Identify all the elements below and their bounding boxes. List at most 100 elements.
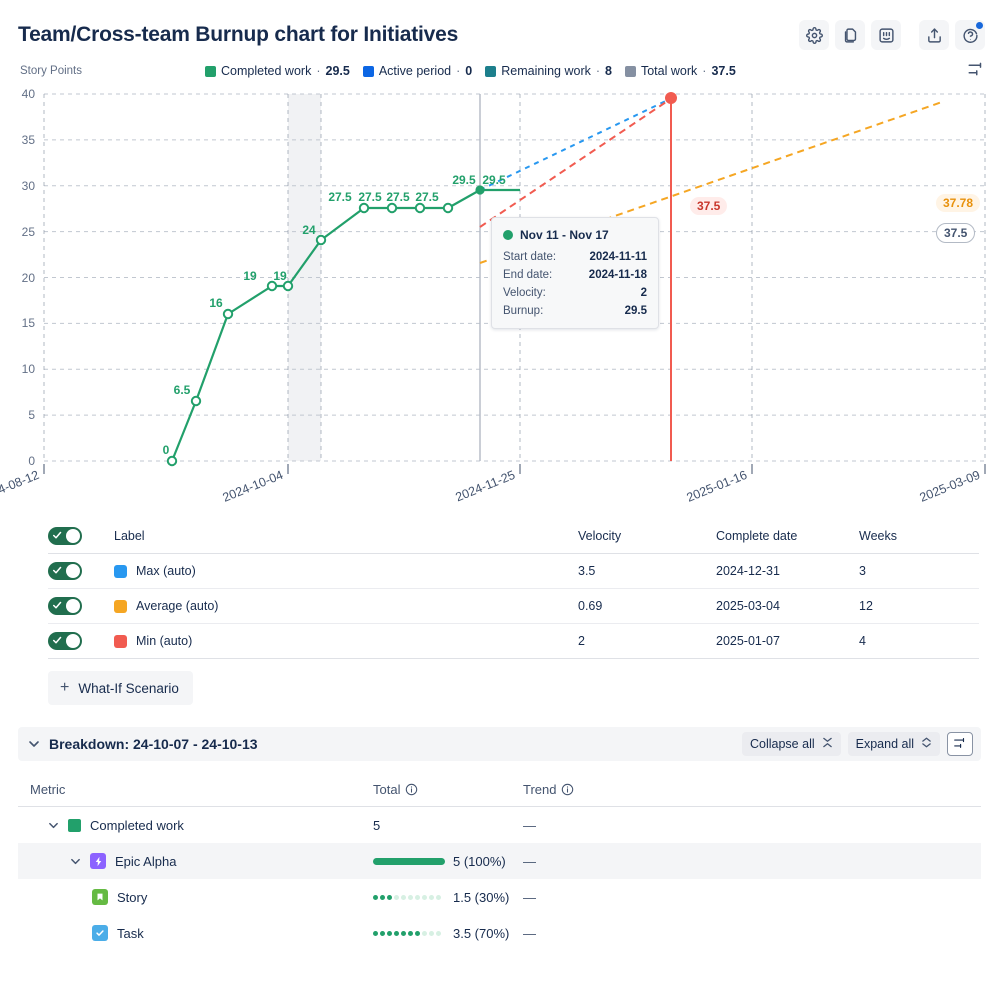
scenario-color-chip-max[interactable] [114, 565, 127, 578]
scenario-weeks-max: 3 [859, 564, 979, 578]
breakdown-total-completed-work: 5 [373, 818, 523, 833]
breakdown-total-epic-alpha: 5 (100%) [373, 854, 523, 869]
svg-text:29.5: 29.5 [452, 173, 476, 187]
help-button[interactable] [955, 20, 985, 50]
breakdown-table-header: Metric Total Trend [18, 773, 981, 807]
share-button[interactable] [919, 20, 949, 50]
legend-item-active-period[interactable]: Active period · 0 [363, 64, 472, 78]
breakdown-collapse-caret[interactable] [28, 738, 40, 750]
svg-text:25: 25 [22, 225, 36, 239]
row-collapse-caret[interactable] [70, 856, 86, 867]
tooltip-value-end-date: 2024-11-18 [589, 269, 647, 281]
toggle-switch-max[interactable] [48, 562, 82, 580]
progress-bar-epic-alpha [373, 858, 445, 865]
scenario-weeks-average: 12 [859, 599, 979, 613]
scenario-toggle-average-cell[interactable] [48, 597, 114, 615]
forecast-complete-dot [665, 92, 677, 104]
collapse-all-label: Collapse all [750, 737, 815, 751]
add-what-if-scenario-button[interactable]: + What-If Scenario [48, 671, 193, 705]
chevron-down-icon [28, 738, 40, 750]
legend-item-total-work[interactable]: Total work · 37.5 [625, 64, 736, 78]
check-icon [53, 601, 62, 610]
svg-text:27.5: 27.5 [386, 190, 410, 204]
svg-text:27.5: 27.5 [358, 190, 382, 204]
scenario-toggle-all[interactable] [48, 527, 114, 545]
scenario-row-average[interactable]: Average (auto) 0.69 2025-03-04 12 [48, 589, 979, 624]
settings-button[interactable] [799, 20, 829, 50]
legend-sep: · [702, 64, 706, 78]
collapse-all-button[interactable]: Collapse all [742, 732, 841, 756]
tooltip-row-start-date: Start date: 2024-11-11 [503, 251, 647, 263]
tooltip-row-end-date: End date: 2024-11-18 [503, 269, 647, 281]
tooltip-key-velocity: Velocity: [503, 287, 546, 299]
breakdown-col-trend: Trend [523, 782, 673, 797]
x-tick-1: 2024-10-04 [221, 468, 286, 505]
scenario-col-label: Label [114, 529, 578, 543]
breakdown-total-task: 3.5 (70%) [373, 926, 523, 941]
toggle-switch-min[interactable] [48, 632, 82, 650]
burnup-chart[interactable]: 40 35 30 25 20 15 10 5 0 2024-08-12 2024… [0, 86, 985, 511]
breakdown-table: Metric Total Trend Completed work 5 — [18, 773, 981, 951]
row-collapse-caret[interactable] [48, 820, 64, 831]
breakdown-row-epic-alpha[interactable]: Epic Alpha 5 (100%) — [18, 843, 981, 879]
breakdown-header-bar[interactable]: Breakdown: 24-10-07 - 24-10-13 Collapse … [18, 727, 981, 761]
scenario-color-chip-min[interactable] [114, 635, 127, 648]
expand-all-label: Expand all [856, 737, 914, 751]
scenario-complete-date-max: 2024-12-31 [716, 564, 859, 578]
scenario-toggle-min-cell[interactable] [48, 632, 114, 650]
breakdown-settings-button[interactable] [947, 732, 973, 756]
tooltip-value-start-date: 2024-11-11 [589, 251, 647, 263]
scenario-color-chip-average[interactable] [114, 600, 127, 613]
green-square-icon [68, 819, 81, 832]
legend-item-completed-work[interactable]: Completed work · 29.5 [205, 64, 350, 78]
add-what-if-scenario-label: What-If Scenario [78, 681, 179, 696]
expand-all-button[interactable]: Expand all [848, 732, 940, 756]
app-widget-button[interactable] [871, 20, 901, 50]
tooltip-value-burnup: 29.5 [625, 305, 647, 317]
scenario-row-max[interactable]: Max (auto) 3.5 2024-12-31 3 [48, 554, 979, 589]
breakdown-label-epic-alpha: Epic Alpha [115, 854, 176, 869]
tooltip-title: Nov 11 - Nov 17 [520, 228, 609, 242]
toggle-knob [66, 529, 80, 543]
breakdown-row-story[interactable]: Story 1.5 (30%) — [18, 879, 981, 915]
share-icon [926, 27, 943, 44]
svg-text:5: 5 [28, 408, 35, 422]
page-title: Team/Cross-team Burnup chart for Initiat… [18, 23, 458, 47]
scenario-row-min[interactable]: Min (auto) 2 2025-01-07 4 [48, 624, 979, 659]
breakdown-total-value-story: 1.5 (30%) [453, 890, 509, 905]
toggle-switch-all[interactable] [48, 527, 82, 545]
scenario-complete-date-min: 2025-01-07 [716, 634, 859, 648]
chart-settings-button[interactable] [967, 60, 985, 83]
toggle-knob [66, 634, 80, 648]
scenario-label-average: Average (auto) [136, 599, 218, 613]
scenario-toggle-max-cell[interactable] [48, 562, 114, 580]
breakdown-total-story: 1.5 (30%) [373, 890, 523, 905]
svg-text:19: 19 [273, 269, 287, 283]
svg-text:40: 40 [22, 87, 36, 101]
breakdown-trend-completed-work: — [523, 818, 673, 833]
svg-text:15: 15 [22, 316, 36, 330]
legend-swatch-remaining-work [485, 66, 496, 77]
breakdown-col-total-label: Total [373, 782, 400, 797]
svg-text:10: 10 [22, 362, 36, 376]
breakdown-trend-epic-alpha: — [523, 854, 673, 869]
duplicate-button[interactable] [835, 20, 865, 50]
breakdown-label-completed-work: Completed work [90, 818, 184, 833]
breakdown-metric-epic-alpha: Epic Alpha [18, 853, 373, 869]
breakdown-trend-story: — [523, 890, 673, 905]
expand-icon [921, 737, 932, 751]
toggle-switch-average[interactable] [48, 597, 82, 615]
legend-item-remaining-work[interactable]: Remaining work · 8 [485, 64, 612, 78]
help-notification-badge [976, 22, 983, 29]
story-icon [92, 889, 108, 905]
check-icon [53, 531, 62, 540]
widget-icon [878, 27, 895, 44]
completed-work-line [172, 190, 520, 461]
scenario-label-cell-min: Min (auto) [114, 634, 578, 648]
breakdown-row-completed-work[interactable]: Completed work 5 — [18, 807, 981, 843]
info-icon[interactable] [405, 783, 418, 796]
info-icon[interactable] [561, 783, 574, 796]
legend-sep: · [456, 64, 460, 78]
page-header: Team/Cross-team Burnup chart for Initiat… [0, 0, 999, 56]
breakdown-row-task[interactable]: Task 3.5 (70%) — [18, 915, 981, 951]
